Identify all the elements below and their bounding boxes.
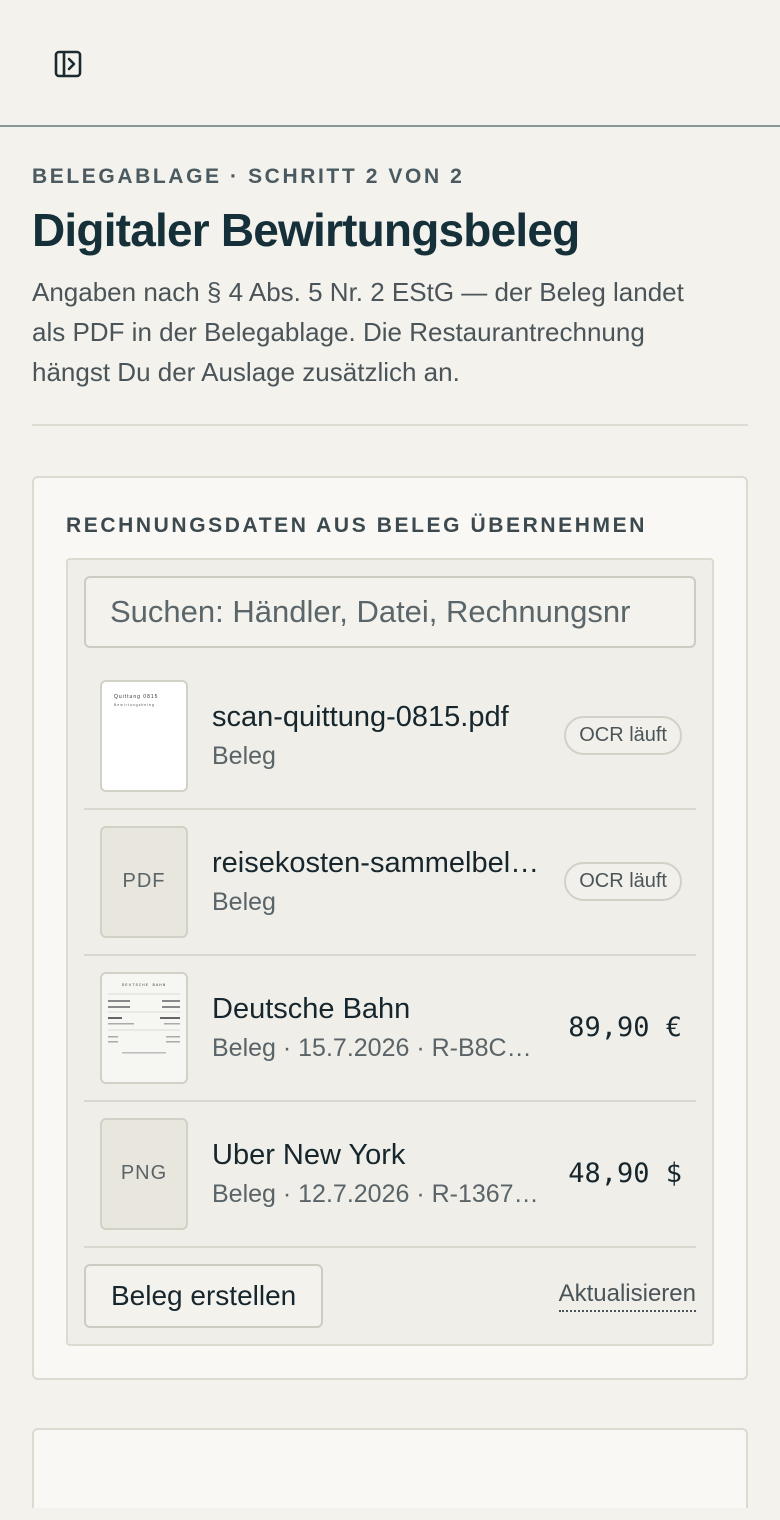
thumb-title: Quittung 0815 xyxy=(114,694,158,700)
receipt-meta: Deutsche Bahn Beleg · 15.7.2026 · R-B8CC… xyxy=(212,993,568,1063)
receipt-thumbnail: Quittung 0815 Bewirtungsbeleg xyxy=(100,679,188,792)
top-bar xyxy=(0,0,780,127)
main-content: BELEGABLAGE · SCHRITT 2 VON 2 Digitaler … xyxy=(0,165,780,1508)
sidebar-toggle-button[interactable] xyxy=(52,48,84,80)
receipt-row[interactable]: DEUTSCHE BAHN Deutsche Bahn Beleg · 15.7… xyxy=(84,956,696,1102)
receipt-row[interactable]: PDF reisekosten-sammelbeleg.pdf Beleg OC… xyxy=(84,810,696,956)
step-eyebrow: BELEGABLAGE · SCHRITT 2 VON 2 xyxy=(32,165,465,188)
receipt-subtitle: Beleg xyxy=(212,741,276,770)
sidebar-toggle-icon xyxy=(54,50,82,78)
next-section-card xyxy=(32,1427,748,1508)
receipt-amount: 48,90 $ xyxy=(568,1158,682,1190)
receipt-list: Quittung 0815 Bewirtungsbeleg scan-quitt… xyxy=(84,664,696,1248)
receipt-subtitle: Beleg xyxy=(212,887,276,916)
create-receipt-button[interactable]: Beleg erstellen xyxy=(84,1263,324,1328)
receipt-row[interactable]: PNG Uber New York Beleg · 12.7.2026 · R-… xyxy=(84,1102,696,1248)
card-heading: RECHNUNGSDATEN AUS BELEG ÜBERNEHMEN xyxy=(66,513,648,537)
receipt-preview-icon: DEUTSCHE BAHN xyxy=(108,984,180,1054)
receipt-name: reisekosten-sammelbeleg.pdf xyxy=(212,846,542,879)
page-description: Angaben nach § 4 Abs. 5 Nr. 2 EStG — der… xyxy=(32,276,684,387)
receipt-thumbnail: PNG xyxy=(100,1117,188,1230)
picker-footer: Beleg erstellen Aktualisieren xyxy=(84,1263,696,1328)
receipt-subtitle: Beleg · 12.7.2026 · R-1367A... xyxy=(212,1179,542,1208)
document-preview-icon: Quittung 0815 Bewirtungsbeleg xyxy=(114,694,158,707)
receipt-meta: Uber New York Beleg · 12.7.2026 · R-1367… xyxy=(212,1139,568,1209)
ocr-status-badge: OCR läuft xyxy=(564,862,682,902)
receipt-name: scan-quittung-0815.pdf xyxy=(212,700,509,733)
thumb-subtitle: Bewirtungsbeleg xyxy=(114,703,155,707)
receipt-name: Deutsche Bahn xyxy=(212,992,411,1025)
receipt-thumbnail: DEUTSCHE BAHN xyxy=(100,971,188,1084)
thumb-title: DEUTSCHE BAHN xyxy=(122,984,166,988)
receipt-row[interactable]: Quittung 0815 Bewirtungsbeleg scan-quitt… xyxy=(84,664,696,810)
ocr-status-badge: OCR läuft xyxy=(564,716,682,756)
receipt-meta: reisekosten-sammelbeleg.pdf Beleg xyxy=(212,847,564,917)
page-title: Digitaler Bewirtungsbeleg xyxy=(32,204,580,256)
receipt-amount: 89,90 € xyxy=(568,1012,682,1044)
receipt-meta: scan-quittung-0815.pdf Beleg xyxy=(212,701,564,771)
refresh-link[interactable]: Aktualisieren xyxy=(558,1280,696,1312)
divider xyxy=(32,423,748,426)
receipt-import-card: RECHNUNGSDATEN AUS BELEG ÜBERNEHMEN Quit… xyxy=(32,475,748,1380)
receipt-search-input[interactable] xyxy=(84,575,696,648)
receipt-subtitle: Beleg · 15.7.2026 · R-B8CC... xyxy=(212,1033,542,1062)
receipt-name: Uber New York xyxy=(212,1138,406,1171)
receipt-thumbnail: PDF xyxy=(100,825,188,938)
receipt-picker: Quittung 0815 Bewirtungsbeleg scan-quitt… xyxy=(66,557,714,1346)
